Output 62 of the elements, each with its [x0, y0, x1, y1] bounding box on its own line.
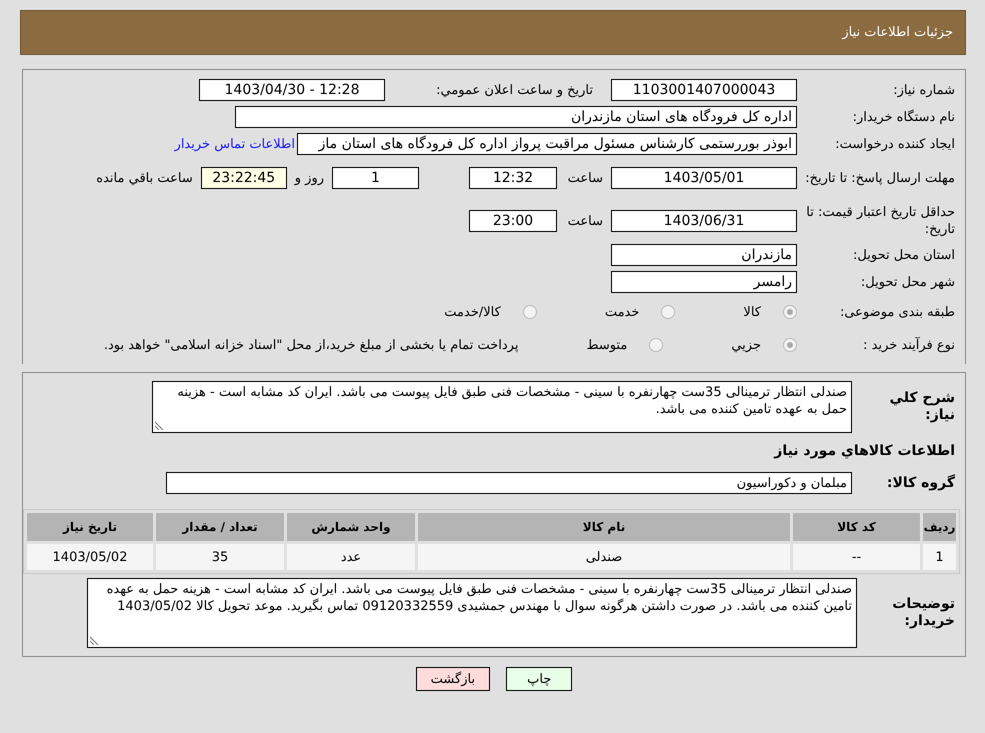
resize-grip-icon: [90, 636, 99, 645]
radio-label: کالا: [743, 304, 761, 320]
radio-label: کالا/خدمت: [444, 304, 501, 320]
field-label: ايجاد کننده درخواست:: [834, 136, 955, 152]
field-label: گروه کالا:: [886, 474, 955, 492]
province-field: مازندران: [611, 244, 797, 266]
table-cell: 1: [923, 544, 956, 570]
radio-button[interactable]: [649, 338, 664, 352]
buyer-notes-field: صندلی انتظار ترمینالی 35ست چهارنفره با سینی - مشخصات فنی طبق فایل پیوست می باشد. ایران کد مشابه است - هزینه حمل به عهده تامین کننده می باشد. در صورت داشتن هرگونه سوال با مهندس جمشیدی 09120332559 تماس بگیرید. موعد تحویل کالا 1403/05/02: [87, 578, 857, 648]
column-header: رديف: [923, 513, 956, 541]
payment-note: پرداخت تمام يا بخشی از مبلغ خريد،از محل "اسناد خزانه اسلامی" خواهد بود.: [104, 338, 518, 352]
table-cell: عدد: [287, 544, 415, 570]
buyer-contact-link[interactable]: اطلاعات تماس خريدار: [174, 136, 295, 152]
radio-label: متوسط: [586, 338, 628, 352]
column-header: کد کالا: [793, 513, 920, 541]
days-label: روز و: [294, 170, 324, 186]
radio-label: جزيي: [731, 338, 761, 352]
column-header: نام کالا: [418, 513, 790, 541]
field-label: مهلت ارسال پاسخ: تا تاریخ:: [805, 170, 955, 186]
time-label: ساعت: [566, 170, 603, 186]
field-label: نام دستگاه خريدار:: [852, 108, 955, 126]
field-label: نوع فرآيند خريد :: [862, 336, 955, 354]
buyer-field: اداره کل فرودگاه های استان مازندران: [235, 106, 797, 128]
need-number-field: 1103001407000043: [611, 79, 797, 101]
field-label: طبقه بندی موضوعی:: [838, 304, 955, 320]
field-label: توضيحات خريدار:: [891, 596, 955, 630]
field-label: حداقل تاريخ اعتبار قيمت: تا تاریخ:: [805, 204, 955, 238]
field-label: تاريخ و ساعت اعلان عمومي:: [435, 82, 593, 98]
requester-field: ابوذر بوررستمی کارشناس مسئول مراقبت پرواز اداره کل فرودگاه های استان ماز: [297, 133, 797, 155]
table-cell: 1403/05/02: [27, 544, 153, 570]
section-heading: اطلاعات کالاهاي مورد نياز: [774, 443, 955, 459]
remaining-label: ساعت باقي مانده: [96, 170, 193, 186]
field-label: شهر محل تحويل:: [860, 274, 955, 290]
resize-grip-icon: [155, 421, 164, 430]
goods-group-field: مبلمان و دکوراسیون: [166, 472, 852, 494]
back-button[interactable]: بازگشت: [416, 667, 490, 691]
radio-button[interactable]: [522, 305, 537, 319]
description-field: صندلی انتظار ترمینالی 35ست چهارنفره با سینی - مشخصات فنی طبق فایل پیوست می باشد. ایران کد مشابه است - هزینه حمل به عهده تامین کننده می باشد.: [152, 381, 852, 433]
days-field: 1: [332, 167, 419, 189]
column-header: تعداد / مقدار: [156, 513, 284, 541]
table-cell: 35: [156, 544, 284, 570]
validity-time-field: 23:00: [469, 210, 557, 232]
announce-date-field: 1403/04/30 - 12:28: [199, 79, 385, 101]
column-header: واحد شمارش: [287, 513, 415, 541]
deadline-date-field: 1403/05/01: [611, 167, 797, 189]
radio-button[interactable]: [783, 305, 797, 319]
field-label: شماره نیاز:: [892, 82, 955, 98]
table-cell: --: [793, 544, 920, 570]
column-header: تاريخ نياز: [27, 513, 153, 541]
radio-button[interactable]: [661, 305, 676, 319]
radio-label: خدمت: [604, 304, 640, 320]
page-title: جزئیات اطلاعات نیاز: [842, 25, 953, 40]
print-button[interactable]: چاپ: [506, 667, 572, 691]
deadline-time-field: 12:32: [469, 167, 557, 189]
city-field: رامسر: [611, 271, 797, 293]
field-label: استان محل تحويل:: [852, 246, 955, 264]
radio-button[interactable]: [783, 338, 797, 352]
remaining-time-field: 23:22:45: [200, 167, 287, 189]
time-label: ساعت: [566, 214, 603, 228]
field-label: شرح کلي نياز:: [888, 390, 955, 424]
table-cell: صندلی: [418, 544, 790, 570]
validity-date-field: 1403/06/31: [611, 210, 797, 232]
